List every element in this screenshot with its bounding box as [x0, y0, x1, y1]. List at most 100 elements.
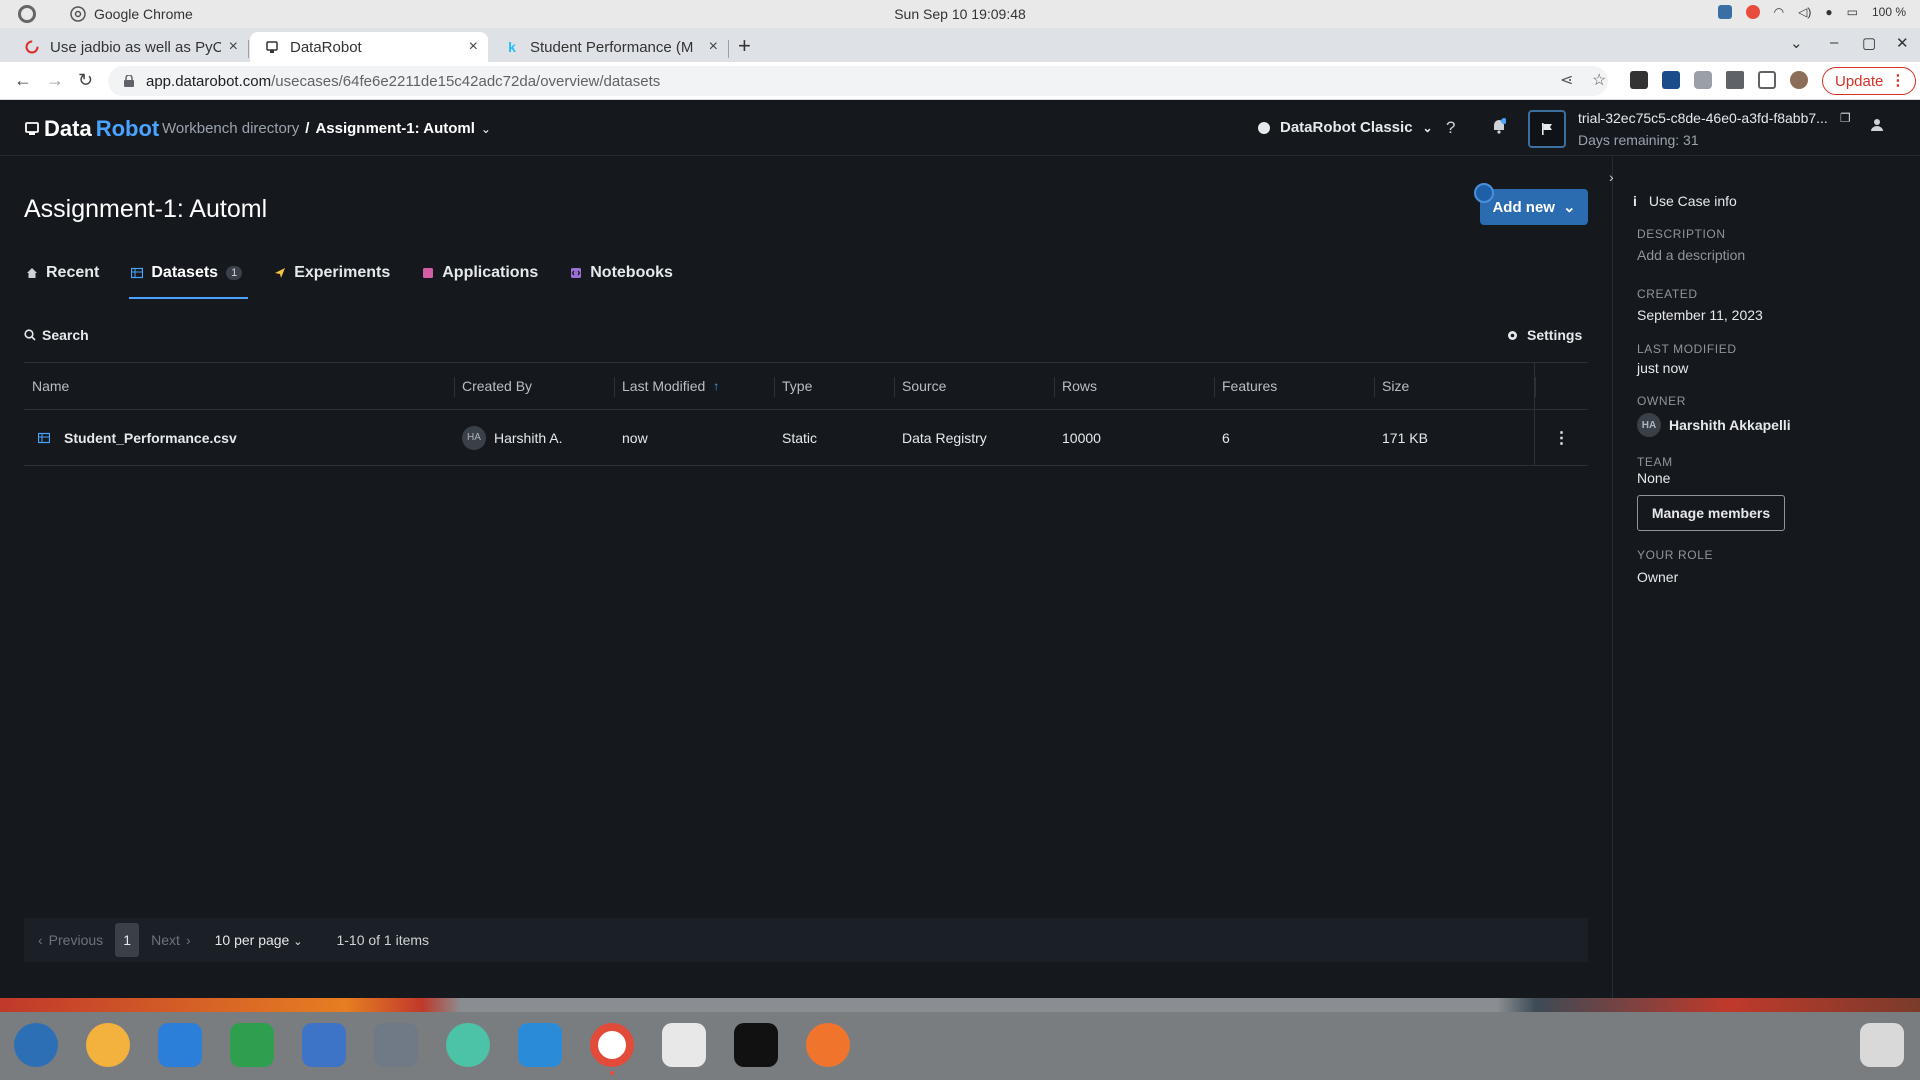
browser-tab[interactable]: Use jadbio as well as PyCa × [10, 32, 248, 62]
sort-ascending-icon[interactable]: ↑ [713, 379, 719, 393]
column-header-created-by[interactable]: Created By [454, 363, 614, 409]
mic-icon[interactable]: ● [1825, 5, 1832, 19]
trial-account[interactable]: trial-32ec75c5-c8de-46e0-a3fd-f8abb7... … [1578, 110, 1851, 148]
chevron-right-icon[interactable]: › [1609, 169, 1614, 185]
datarobot-classic-switch[interactable]: DataRobot Classic ⌄ [1258, 119, 1433, 136]
dock-app-icon[interactable] [14, 1023, 58, 1067]
record-indicator-icon[interactable] [1745, 5, 1760, 19]
settings-button[interactable]: Settings [1506, 327, 1582, 343]
reload-icon[interactable]: ↻ [78, 70, 93, 91]
copy-icon[interactable]: ❐ [1840, 111, 1851, 125]
kebab-menu-icon[interactable]: ⋮ [1554, 428, 1570, 448]
search-button[interactable]: Search [24, 327, 89, 343]
tab-notebooks[interactable]: Notebooks [568, 253, 675, 293]
dataset-name-cell[interactable]: Student_Performance.csv [24, 410, 454, 465]
browser-tab-active[interactable]: DataRobot × [250, 32, 488, 62]
browser-tab[interactable]: k Student Performance (M × [490, 32, 728, 62]
dock-app-icon[interactable] [158, 1023, 202, 1067]
screen-record-icon[interactable] [1717, 5, 1732, 19]
new-tab-icon[interactable]: + [738, 33, 751, 59]
column-header-last-modified[interactable]: Last Modified ↑ [614, 363, 774, 409]
info-icon: i [1633, 193, 1637, 209]
dock-app-icon[interactable] [230, 1023, 274, 1067]
chevron-down-icon[interactable]: ⌄ [481, 122, 491, 136]
pdf-extension-icon[interactable] [1662, 71, 1680, 89]
battery-icon[interactable]: ▭ [1847, 5, 1858, 19]
share-icon[interactable]: ⋖ [1560, 70, 1573, 90]
table-icon [131, 267, 144, 279]
os-clock[interactable]: Sun Sep 10 19:09:48 [0, 6, 1920, 22]
close-window-icon[interactable]: ✕ [1896, 34, 1909, 52]
datarobot-logo[interactable]: Data Robot [24, 116, 159, 142]
chevron-down-icon: ⌄ [1422, 120, 1433, 135]
logo-text-data: Data [44, 116, 92, 141]
url-host: app.datarobot.com [146, 72, 272, 90]
column-header-size[interactable]: Size [1374, 363, 1534, 409]
breadcrumb-root[interactable]: Workbench directory [162, 120, 299, 137]
terminal-dock-icon[interactable] [734, 1023, 778, 1067]
add-new-button[interactable]: Add new ⌄ [1474, 183, 1588, 225]
user-icon[interactable] [1870, 118, 1884, 132]
running-indicator [610, 1071, 614, 1075]
tab-title: Use jadbio as well as PyCa [50, 38, 221, 56]
puzzle-extensions-icon[interactable] [1726, 71, 1744, 89]
bookmark-star-icon[interactable]: ☆ [1592, 70, 1606, 90]
wallpaper-strip [0, 998, 1920, 1012]
notification-bell-icon[interactable] [1492, 118, 1506, 134]
lock-icon[interactable] [124, 75, 134, 87]
column-header-type[interactable]: Type [774, 363, 894, 409]
description-field[interactable]: Add a description [1637, 247, 1745, 263]
dock-app-icon[interactable] [302, 1023, 346, 1067]
back-icon[interactable]: ← [14, 70, 32, 91]
volume-icon[interactable]: ◁) [1798, 5, 1811, 19]
more-menu-icon[interactable]: ⋮ [1890, 71, 1905, 89]
chrome-dock-icon[interactable] [590, 1023, 634, 1067]
camera-extension-icon[interactable] [1694, 71, 1712, 89]
flag-button[interactable] [1528, 110, 1566, 148]
close-tab-icon[interactable]: × [229, 38, 238, 56]
breadcrumb-current[interactable]: Assignment-1: Automl [315, 120, 474, 137]
previous-page-button[interactable]: ‹ Previous [38, 932, 103, 948]
profile-avatar[interactable] [1790, 71, 1808, 89]
page-number-button[interactable]: 1 [115, 923, 140, 957]
extension-icon[interactable] [1630, 71, 1648, 89]
dock-app-icon[interactable] [446, 1023, 490, 1067]
tab-datasets[interactable]: Datasets 1 [129, 253, 249, 299]
dock-app-icon[interactable] [518, 1023, 562, 1067]
url-path: /usecases/64fe6e2211de15c42adc72da/overv… [271, 72, 661, 90]
firefox-dock-icon[interactable] [806, 1023, 850, 1067]
update-button[interactable]: Update ⋮ [1822, 67, 1917, 95]
column-header-name[interactable]: Name [24, 363, 454, 409]
onboarding-hotspot[interactable] [1474, 183, 1494, 203]
column-header-features[interactable]: Features [1214, 363, 1374, 409]
side-panel-icon[interactable] [1758, 71, 1776, 89]
maximize-icon[interactable]: ▢ [1862, 34, 1876, 52]
row-actions-menu[interactable]: ⋮ [1534, 410, 1588, 465]
manage-members-button[interactable]: Manage members [1637, 495, 1785, 531]
tab-recent[interactable]: Recent [24, 253, 101, 293]
wifi-icon[interactable]: ◠ [1774, 5, 1784, 19]
created-by-cell: HA Harshith A. [454, 410, 614, 465]
column-header-source[interactable]: Source [894, 363, 1054, 409]
close-tab-icon[interactable]: × [709, 38, 718, 56]
help-icon[interactable]: ? [1446, 118, 1455, 138]
dock-app-icon[interactable] [374, 1023, 418, 1067]
tab-experiments[interactable]: Experiments [272, 253, 392, 293]
dock-app-icon[interactable] [86, 1023, 130, 1067]
tab-applications[interactable]: Applications [420, 253, 540, 293]
dock-app-icon[interactable] [662, 1023, 706, 1067]
per-page-select[interactable]: 10 per page ⌄ [215, 932, 303, 948]
close-tab-icon[interactable]: × [469, 38, 478, 56]
minimize-icon[interactable]: – [1830, 34, 1838, 51]
search-label: Search [42, 327, 89, 343]
column-header-rows[interactable]: Rows [1054, 363, 1214, 409]
days-remaining: Days remaining: 31 [1578, 132, 1699, 148]
table-row[interactable]: Student_Performance.csv HA Harshith A. n… [24, 410, 1588, 466]
address-bar[interactable]: app.datarobot.com/usecases/64fe6e2211de1… [108, 66, 1608, 96]
tab-search-icon[interactable]: ⌄ [1790, 34, 1803, 52]
dataset-name[interactable]: Student_Performance.csv [64, 430, 237, 446]
forward-icon[interactable]: → [46, 70, 64, 91]
next-page-button[interactable]: Next › [151, 932, 190, 948]
app-grid-icon[interactable] [1860, 1023, 1904, 1067]
os-system-tray[interactable]: ◠ ◁) ● ▭ 100 % [1717, 5, 1906, 19]
